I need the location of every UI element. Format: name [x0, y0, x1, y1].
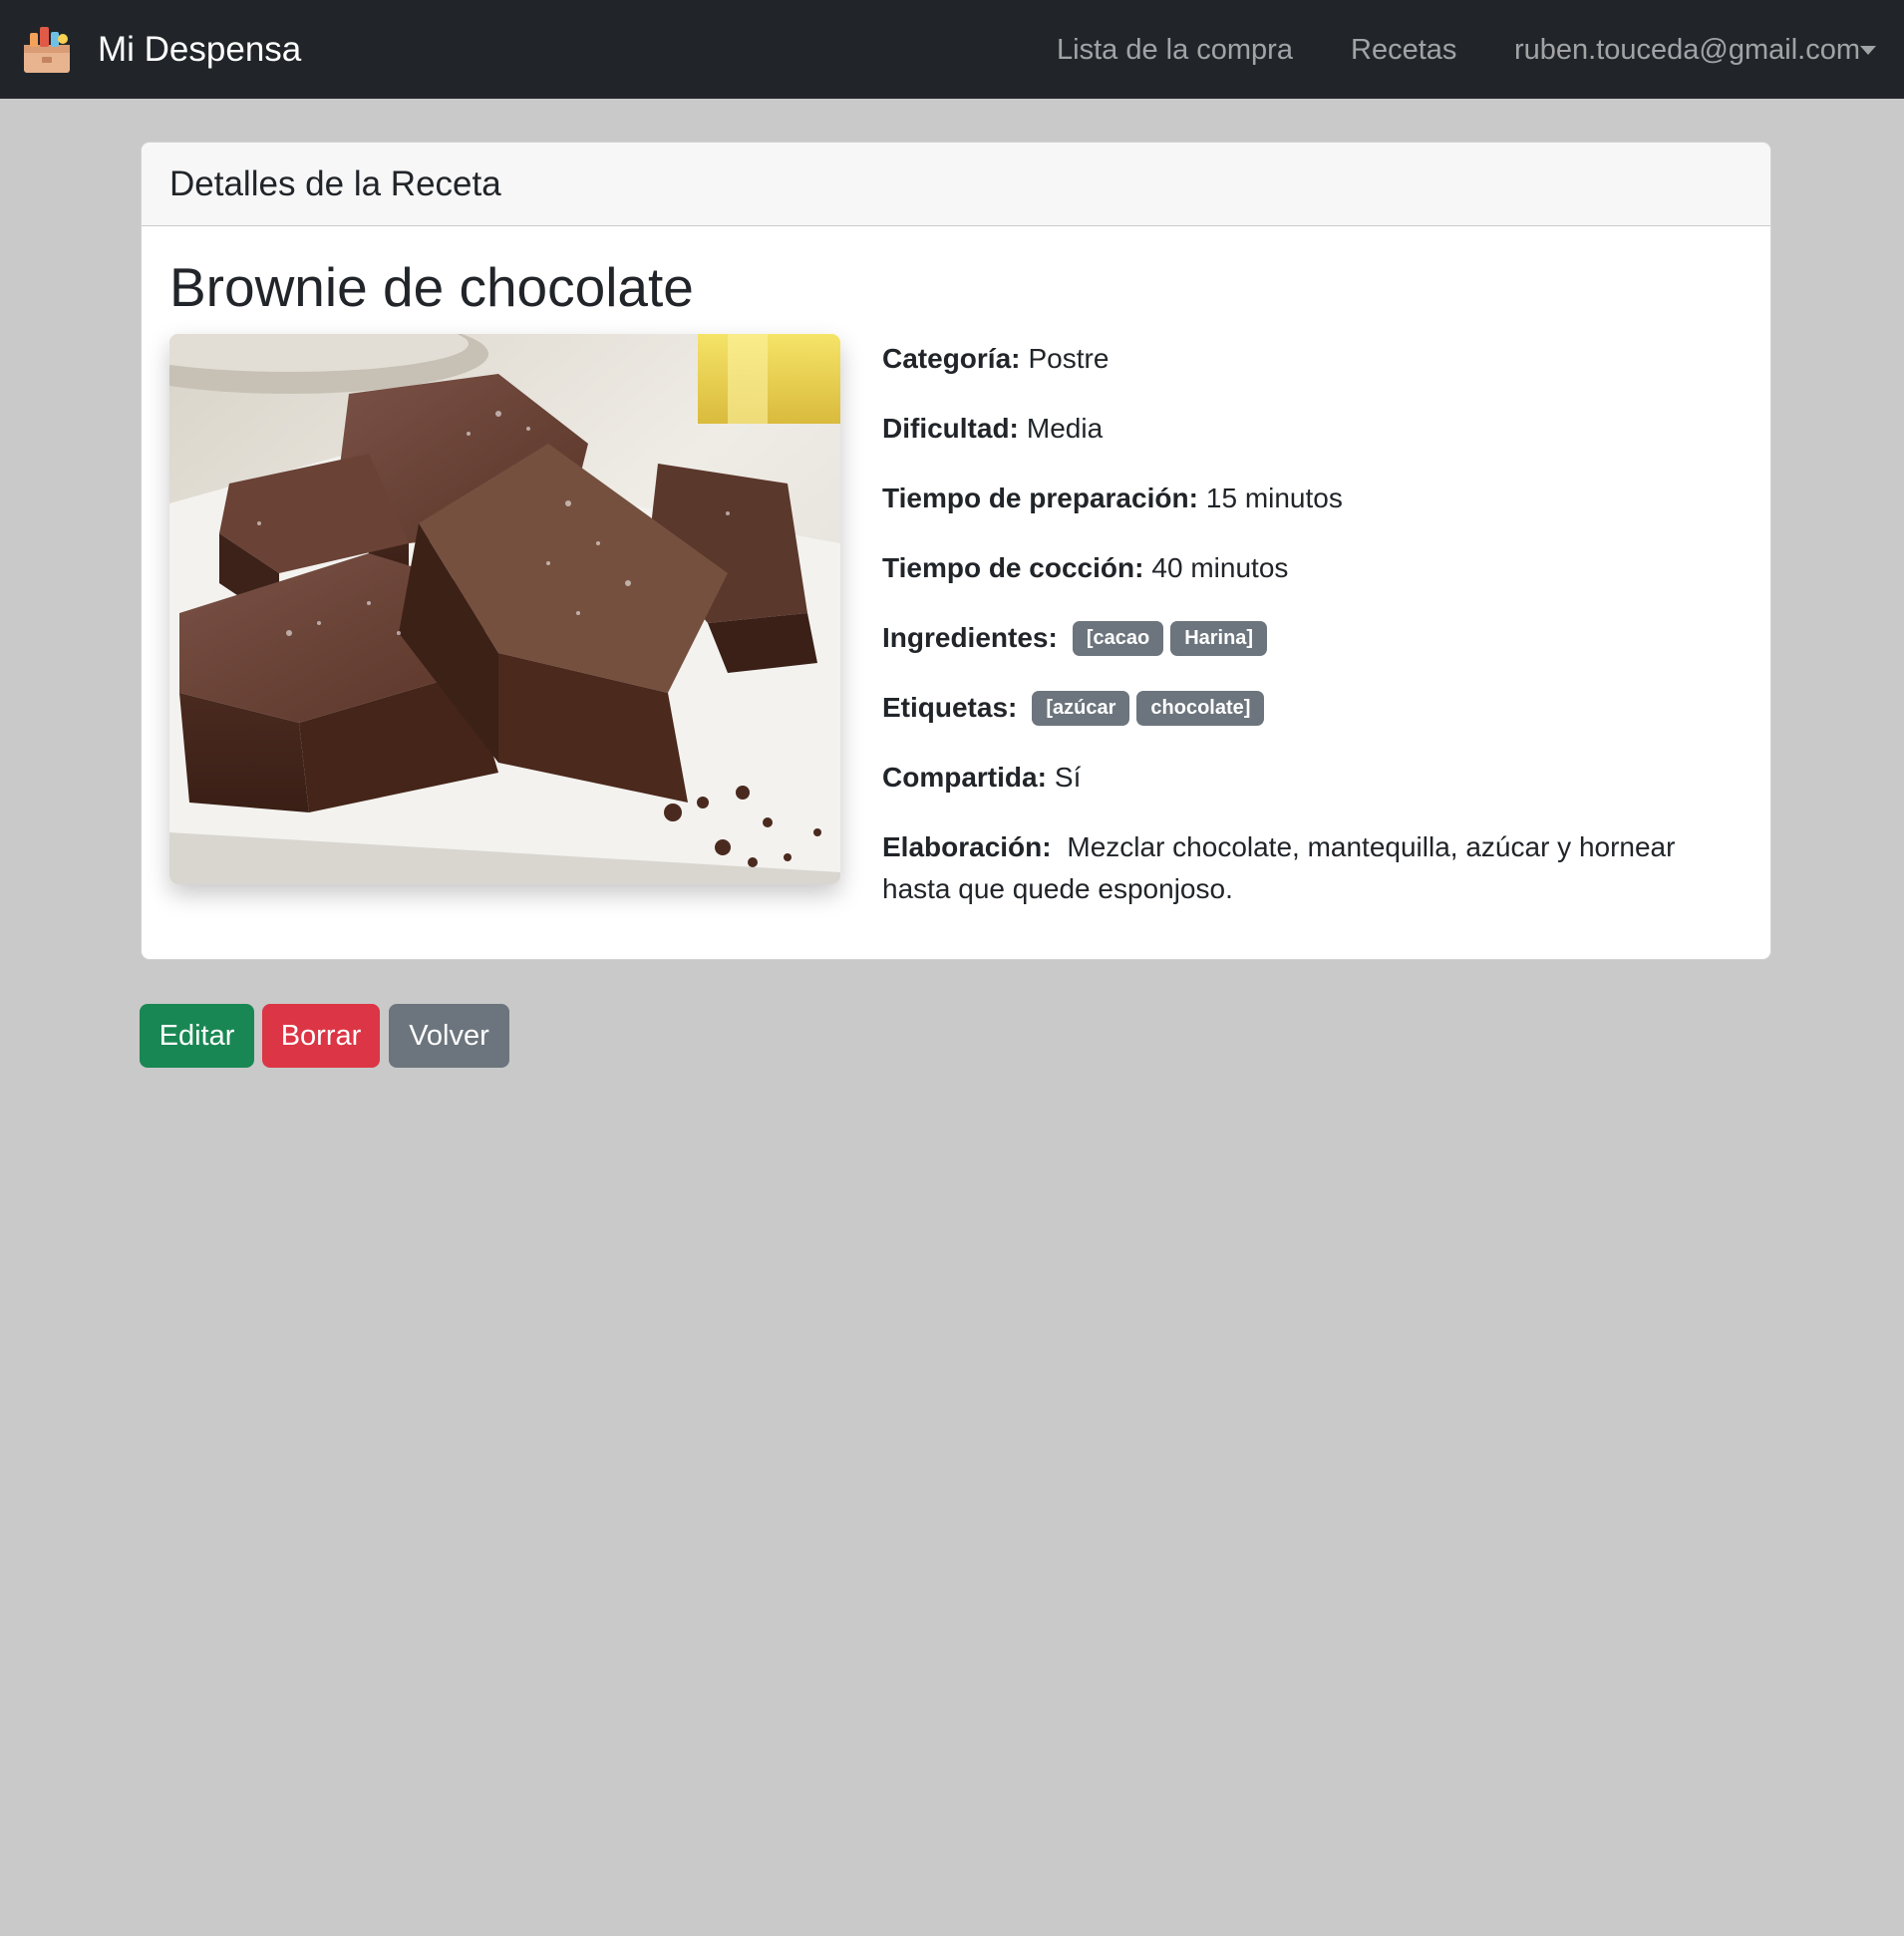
detail-compartida: Compartida: Sí — [882, 757, 1081, 799]
edit-button[interactable]: Editar — [140, 1004, 254, 1068]
brand[interactable]: Mi Despensa — [20, 22, 301, 78]
detail-dificultad: Dificultad: Media — [882, 408, 1103, 450]
card-header-title: Detalles de la Receta — [169, 163, 501, 203]
brand-title: Mi Despensa — [98, 30, 302, 69]
detail-value: Sí — [1054, 762, 1082, 793]
detail-value: 15 minutos — [1205, 483, 1343, 513]
detail-etiquetas: Etiquetas: [azúcar chocolate] — [882, 687, 1265, 729]
navbar: Mi Despensa Lista de la compra Recetas r… — [0, 0, 1904, 99]
delete-button[interactable]: Borrar — [262, 1004, 380, 1068]
nav-link-lista-compra[interactable]: Lista de la compra — [1057, 28, 1293, 72]
user-menu-toggle[interactable]: ruben.touceda@gmail.com — [1514, 28, 1860, 72]
detail-label: Elaboración: — [882, 831, 1052, 862]
detail-label: Etiquetas: — [882, 692, 1018, 723]
detail-value: 40 minutos — [1151, 552, 1289, 583]
brownie-photo — [169, 334, 840, 884]
detail-elaboracion: Elaboración: Mezclar chocolate, mantequi… — [882, 826, 1749, 910]
detail-value: Postre — [1028, 343, 1110, 374]
detail-ingredientes: Ingredientes: [cacao Harina] — [882, 617, 1268, 659]
detail-label: Ingredientes: — [882, 622, 1058, 653]
tag-badge: chocolate] — [1136, 690, 1265, 726]
pantry-box-icon — [24, 27, 70, 73]
ingredient-badge: [cacao — [1072, 620, 1164, 656]
detail-tiempo-preparacion: Tiempo de preparación: 15 minutos — [882, 478, 1343, 519]
recipe-image — [169, 334, 840, 884]
recipe-card: Detalles de la Receta Brownie de chocola… — [141, 142, 1771, 960]
detail-label: Dificultad: — [882, 413, 1019, 444]
detail-label: Categoría: — [882, 343, 1021, 374]
recipe-title: Brownie de chocolate — [169, 256, 694, 318]
card-header: Detalles de la Receta — [142, 143, 1770, 226]
caret-down-icon[interactable] — [1860, 46, 1876, 55]
detail-label: Tiempo de preparación: — [882, 483, 1198, 513]
detail-tiempo-coccion: Tiempo de cocción: 40 minutos — [882, 547, 1288, 589]
detail-label: Tiempo de cocción: — [882, 552, 1144, 583]
nav-link-recetas[interactable]: Recetas — [1351, 28, 1456, 72]
tag-badge: [azúcar — [1032, 690, 1130, 726]
ingredient-badge: Harina] — [1170, 620, 1268, 656]
detail-value: Media — [1026, 413, 1104, 444]
detail-categoria: Categoría: Postre — [882, 338, 1109, 380]
back-button[interactable]: Volver — [389, 1004, 509, 1068]
detail-label: Compartida: — [882, 762, 1047, 793]
